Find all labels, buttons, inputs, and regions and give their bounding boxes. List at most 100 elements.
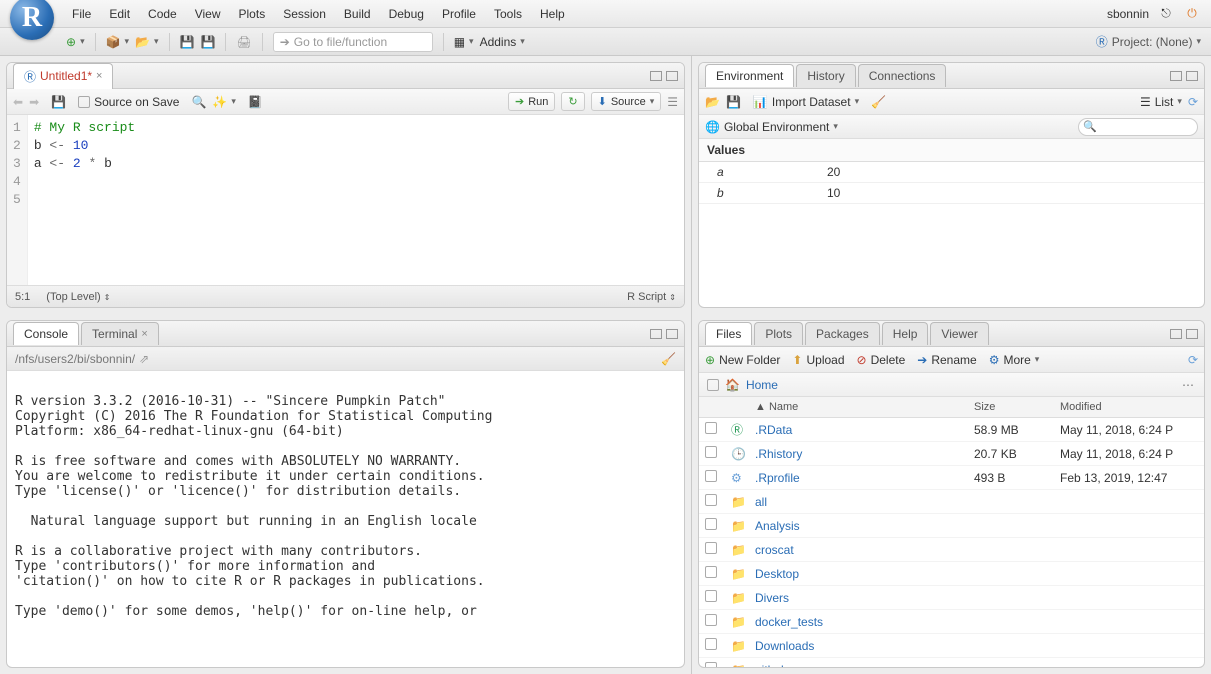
file-checkbox[interactable] [705,542,717,554]
tab-history[interactable]: History [796,64,855,87]
file-row[interactable]: 📁docker_tests [699,610,1204,634]
file-name-link[interactable]: croscat [755,543,794,557]
scope-selector[interactable]: (Top Level) ⇕ [46,291,110,303]
file-checkbox[interactable] [705,590,717,602]
language-selector[interactable]: R Script ⇕ [627,291,676,303]
tab-help[interactable]: Help [882,322,929,345]
col-name[interactable]: ▲ Name [749,397,968,417]
source-on-save-checkbox[interactable]: Source on Save [78,95,179,109]
import-dataset-button[interactable]: 📊 Import Dataset ▾ [753,95,859,109]
more-button[interactable]: ⚙More ▾ [989,353,1040,367]
refresh-files-button[interactable]: ⟳ [1188,353,1198,367]
file-name-link[interactable]: Downloads [755,639,814,653]
menu-help[interactable]: Help [540,7,565,21]
new-file-button[interactable]: ⊕▾ [66,35,85,49]
tab-files[interactable]: Files [705,322,752,345]
home-icon[interactable]: 🏠 [725,378,740,392]
goto-file-input[interactable]: ➔ Go to file/function [273,32,433,52]
pane-window-buttons[interactable] [650,329,678,339]
file-row[interactable]: 🕒.Rhistory20.7 KBMay 11, 2018, 6:24 P [699,442,1204,466]
tab-environment[interactable]: Environment [705,64,794,87]
power-icon[interactable]: ⏻ [1183,5,1201,23]
addins-button[interactable]: Addins ▾ [480,35,525,49]
file-checkbox[interactable] [705,494,717,506]
menu-edit[interactable]: Edit [109,7,130,21]
menu-tools[interactable]: Tools [494,7,522,21]
forward-button[interactable]: ➡ [29,95,39,109]
menu-session[interactable]: Session [283,7,326,21]
console-output[interactable]: R version 3.3.2 (2016-10-31) -- "Sincere… [7,371,684,667]
tab-plots[interactable]: Plots [754,322,803,345]
menu-file[interactable]: File [72,7,91,21]
back-button[interactable]: ⬅ [13,95,23,109]
menu-plots[interactable]: Plots [239,7,266,21]
file-row[interactable]: 📁croscat [699,538,1204,562]
file-checkbox[interactable] [705,638,717,650]
menu-view[interactable]: View [195,7,221,21]
grid-button[interactable]: ▦▾ [454,35,474,49]
file-row[interactable]: Ⓡ.RData58.9 MBMay 11, 2018, 6:24 P [699,418,1204,442]
upload-button[interactable]: ⬆Upload [792,353,844,367]
file-checkbox[interactable] [705,566,717,578]
file-name-link[interactable]: .Rhistory [755,447,802,461]
source-button[interactable]: ⬇Source ▾ [591,92,662,111]
breadcrumb-more[interactable]: ⋯ [1182,378,1196,392]
tab-packages[interactable]: Packages [805,322,880,345]
file-row[interactable]: 📁Downloads [699,634,1204,658]
select-all-checkbox[interactable] [707,379,719,391]
file-name-link[interactable]: Analysis [755,519,800,533]
env-row[interactable]: a20 [699,162,1204,183]
env-row[interactable]: b10 [699,183,1204,204]
file-row[interactable]: 📁github_reps [699,658,1204,667]
find-button[interactable]: 🔍 [191,95,206,109]
file-checkbox[interactable] [705,446,717,458]
menu-profile[interactable]: Profile [442,7,476,21]
file-name-link[interactable]: Divers [755,591,789,605]
file-row[interactable]: 📁all [699,490,1204,514]
source-tab[interactable]: Ⓡ Untitled1* × [13,63,113,89]
project-selector[interactable]: Ⓡ Project: (None) ▾ [1096,33,1201,50]
clear-env-button[interactable]: 🧹 [871,95,886,109]
menu-build[interactable]: Build [344,7,371,21]
file-name-link[interactable]: all [755,495,767,509]
delete-button[interactable]: ⊘Delete [857,353,906,367]
file-checkbox[interactable] [705,518,717,530]
save-source-button[interactable]: 💾 [51,95,66,109]
code-editor[interactable]: 12345 # My R scriptb <- 10a <- 2 * b [7,115,684,285]
outline-button[interactable]: ☰ [667,95,678,109]
refresh-env-button[interactable]: ⟳ [1188,95,1198,109]
close-terminal-icon[interactable]: × [141,328,147,340]
broom-icon[interactable]: 🧹 [661,352,676,366]
env-scope-selector[interactable]: 🌐 Global Environment ▾ [705,120,838,134]
file-name-link[interactable]: Desktop [755,567,799,581]
tab-console[interactable]: Console [13,322,79,345]
list-view-button[interactable]: ☰ List ▾ [1140,95,1182,109]
pane-window-buttons[interactable] [1170,329,1198,339]
print-button[interactable]: 🖨 [236,35,251,49]
save-button[interactable]: 💾 [180,35,195,49]
load-workspace-button[interactable]: 📂 [705,95,720,109]
new-project-button[interactable]: 📦▾ [106,35,129,49]
file-checkbox[interactable] [705,614,717,626]
menu-code[interactable]: Code [148,7,177,21]
rerun-button[interactable]: ↻ [561,92,584,111]
run-button[interactable]: ➔Run [508,92,555,111]
file-name-link[interactable]: github_reps [755,663,818,668]
file-name-link[interactable]: .Rprofile [755,471,800,485]
tab-connections[interactable]: Connections [858,64,947,87]
col-size[interactable]: Size [968,397,1054,417]
env-search-input[interactable] [1078,118,1198,136]
pane-window-buttons[interactable] [650,71,678,81]
tab-viewer[interactable]: Viewer [930,322,988,345]
save-workspace-button[interactable]: 💾 [726,95,741,109]
save-all-button[interactable]: 💾 [201,35,216,49]
file-checkbox[interactable] [705,470,717,482]
tab-terminal[interactable]: Terminal × [81,322,159,345]
file-name-link[interactable]: .RData [755,423,792,437]
col-modified[interactable]: Modified [1054,397,1204,417]
open-file-button[interactable]: 📂▾ [135,35,158,49]
menu-debug[interactable]: Debug [389,7,424,21]
rename-button[interactable]: ➔Rename [917,353,976,367]
wand-button[interactable]: ✨▾ [212,95,235,109]
file-name-link[interactable]: docker_tests [755,615,823,629]
